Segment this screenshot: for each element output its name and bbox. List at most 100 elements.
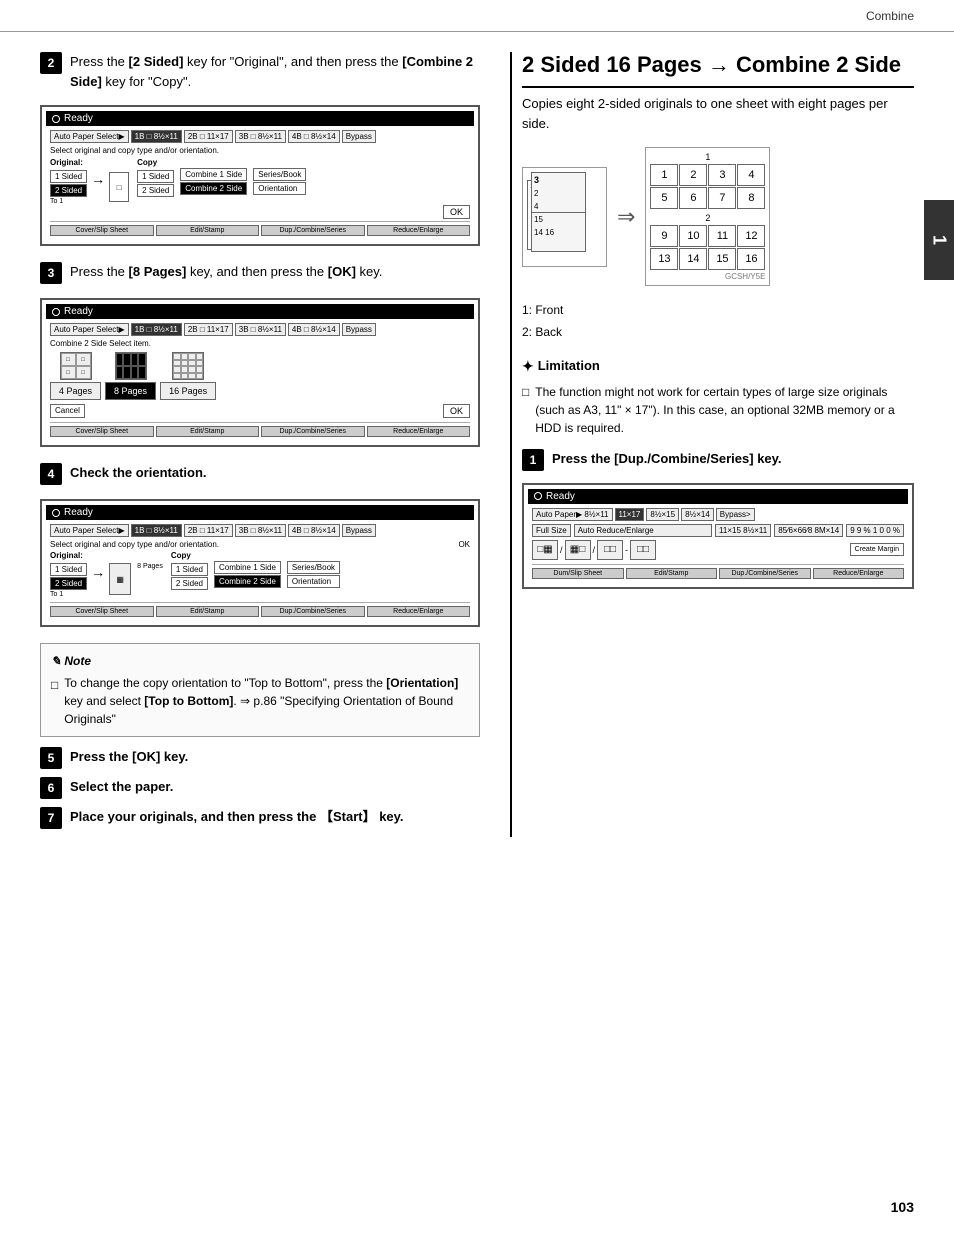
edit-stamp-btn-3[interactable]: Edit/Stamp: [156, 606, 260, 617]
screen-3-label: Select original and copy type and/or ori…: [50, 540, 470, 549]
paper-85x14[interactable]: 4B □ 8½×14: [288, 130, 340, 143]
icon-box-3: □□: [597, 540, 623, 560]
orig-2sided[interactable]: 2 Sided: [50, 184, 87, 197]
cancel-btn[interactable]: Cancel: [50, 404, 85, 418]
percent-btn[interactable]: 9 9 % 1 0 0 %: [846, 524, 904, 537]
result-grid-bottom: 9 10 11 12 13 14 15 16: [650, 225, 765, 270]
orientation-btn-3[interactable]: Orientation: [287, 575, 340, 588]
screen-2-bottom-btns: Cancel OK: [50, 404, 470, 418]
screen-2-body: Auto Paper Select▶ 1B □ 8½×11 2B □ 11×17…: [46, 319, 474, 441]
screen-4-body: Auto Paper▶ 8½×11 11×17 8½×15 8½×14 Bypa…: [528, 504, 908, 583]
screen-2-title: Ready: [64, 306, 93, 317]
combine-1side-3[interactable]: Combine 1 Side: [214, 561, 281, 574]
size2-btn[interactable]: 85⁄6×66⁄8 8M×14: [774, 524, 843, 537]
cell-14: 14: [679, 248, 707, 270]
cell-15: 15: [708, 248, 736, 270]
orig-section-3: Original: 1 Sided 2 Sided To 1: [50, 551, 87, 598]
paper-11x17-4[interactable]: 11×17: [615, 508, 645, 521]
paper-85x11b-2[interactable]: 3B □ 8½×11: [235, 323, 286, 336]
paper-85x11[interactable]: 1B □ 8½×11: [131, 130, 182, 143]
limitation-heading: Limitation: [538, 356, 600, 376]
opt-8pages-btn[interactable]: 8 Pages: [105, 382, 156, 400]
step-4-num: 4: [40, 463, 62, 485]
cover-slip-btn[interactable]: Cover/Slip Sheet: [50, 225, 154, 236]
left-column: 2 Press the [2 Sided] key for "Original"…: [40, 52, 480, 837]
ready-circle: [52, 115, 60, 123]
dup-combine-btn-2[interactable]: Dup./Combine/Series: [261, 426, 365, 437]
screen-2-titlebar: Ready: [46, 304, 474, 319]
orig-1sided[interactable]: 1 Sided: [50, 170, 87, 183]
series-book-btn[interactable]: Series/Book: [253, 168, 306, 181]
orig-2sided-3[interactable]: 2 Sided: [50, 577, 87, 590]
paper-11x17-2[interactable]: 2B □ 11×17: [184, 323, 233, 336]
paper-85x14-2[interactable]: 4B □ 8½×14: [288, 323, 340, 336]
paper-11x17[interactable]: 2B □ 11×17: [184, 130, 233, 143]
orientation-btn[interactable]: Orientation: [253, 182, 306, 195]
step-2: 2 Press the [2 Sided] key for "Original"…: [40, 52, 480, 91]
reduce-enlarge-btn-2[interactable]: Reduce/Enlarge: [367, 426, 471, 437]
note-text: To change the copy orientation to "Top t…: [64, 674, 469, 728]
dup-combine-btn[interactable]: Dup./Combine/Series: [261, 225, 365, 236]
opt-16pages: 16 Pages: [160, 352, 216, 400]
series-book-btn-3[interactable]: Series/Book: [287, 561, 340, 574]
stack-pages: 3 2 4 1 15 14 16: [527, 172, 602, 262]
opt-4pages-btn[interactable]: 4 Pages: [50, 382, 101, 400]
ok-btn-2[interactable]: OK: [443, 404, 470, 418]
dum-slip-btn[interactable]: Dum/Slip Sheet: [532, 568, 624, 579]
auto-paper-btn-3[interactable]: Auto Paper Select▶: [50, 524, 129, 537]
paper-85x14-4[interactable]: 8½×14: [681, 508, 714, 521]
paper-row-2: Auto Paper Select▶ 1B □ 8½×11 2B □ 11×17…: [50, 323, 470, 336]
auto-paper-btn-2[interactable]: Auto Paper Select▶: [50, 323, 129, 336]
paper-row-3: Auto Paper Select▶ 1B □ 8½×11 2B □ 11×17…: [50, 524, 470, 537]
copy-2sided[interactable]: 2 Sided: [137, 184, 174, 197]
ok-btn-1[interactable]: OK: [443, 205, 470, 219]
opt-16pages-btn[interactable]: 16 Pages: [160, 382, 216, 400]
cell-10: 10: [679, 225, 707, 247]
combine-1side[interactable]: Combine 1 Side: [180, 168, 247, 181]
auto-paper-btn-4[interactable]: Auto Paper▶ 8½×11: [532, 508, 613, 521]
right-step-1-num: 1: [522, 449, 544, 471]
opt-4pages: □ □ □ □ 4 Pages: [50, 352, 101, 400]
dup-combine-btn-4[interactable]: Dup./Combine/Series: [719, 568, 811, 579]
auto-paper-btn[interactable]: Auto Paper Select▶: [50, 130, 129, 143]
result-grid: 1 1 2 3 4 5 6 7 8 2: [645, 147, 770, 286]
paper-11x17-3[interactable]: 2B □ 11×17: [184, 524, 233, 537]
bypass-btn-2[interactable]: Bypass: [342, 323, 376, 336]
cover-slip-btn-3[interactable]: Cover/Slip Sheet: [50, 606, 154, 617]
edit-stamp-btn-2[interactable]: Edit/Stamp: [156, 426, 260, 437]
bypass-btn-4[interactable]: Bypass>: [716, 508, 755, 521]
combine-2side[interactable]: Combine 2 Side: [180, 182, 247, 195]
step-3-text: Press the [8 Pages] key, and then press …: [70, 262, 382, 282]
reduce-enlarge-btn-4[interactable]: Reduce/Enlarge: [813, 568, 905, 579]
screen-2: Ready Auto Paper Select▶ 1B □ 8½×11 2B □…: [40, 298, 480, 447]
paper-85x14-3[interactable]: 4B □ 8½×14: [288, 524, 340, 537]
auto-reduce-btn[interactable]: Auto Reduce/Enlarge: [574, 524, 712, 537]
size1-btn[interactable]: 11×15 8½×11: [715, 524, 771, 537]
create-margin-btn[interactable]: Create Margin: [850, 543, 904, 556]
paper-85x11b-3[interactable]: 3B □ 8½×11: [235, 524, 286, 537]
combine-2side-3[interactable]: Combine 2 Side: [214, 575, 281, 588]
paper-85x11b[interactable]: 3B □ 8½×11: [235, 130, 286, 143]
reduce-enlarge-btn-3[interactable]: Reduce/Enlarge: [367, 606, 471, 617]
cover-slip-btn-2[interactable]: Cover/Slip Sheet: [50, 426, 154, 437]
full-size-btn[interactable]: Full Size: [532, 524, 571, 537]
separator-1: /: [560, 545, 563, 555]
paper-85x11-3[interactable]: 1B □ 8½×11: [131, 524, 182, 537]
arrow-to-result: ⇒: [617, 204, 635, 230]
arrow-section-3: →: [91, 551, 105, 579]
paper-8half-4[interactable]: 8½×15: [646, 508, 679, 521]
dup-combine-btn-3[interactable]: Dup./Combine/Series: [261, 606, 365, 617]
copy-2sided-3[interactable]: 2 Sided: [171, 577, 208, 590]
bypass-btn-3[interactable]: Bypass: [342, 524, 376, 537]
edit-stamp-btn-4[interactable]: Edit/Stamp: [626, 568, 718, 579]
paper-85x11-2[interactable]: 1B □ 8½×11: [131, 323, 182, 336]
note-title: ✎ Note: [51, 652, 469, 670]
copy-1sided[interactable]: 1 Sided: [137, 170, 174, 183]
copy-1sided-3[interactable]: 1 Sided: [171, 563, 208, 576]
reduce-enlarge-btn[interactable]: Reduce/Enlarge: [367, 225, 471, 236]
ready-circle-3: [52, 509, 60, 517]
icon-box-4: □□: [630, 540, 656, 560]
bypass-btn[interactable]: Bypass: [342, 130, 376, 143]
orig-1sided-3[interactable]: 1 Sided: [50, 563, 87, 576]
edit-stamp-btn[interactable]: Edit/Stamp: [156, 225, 260, 236]
